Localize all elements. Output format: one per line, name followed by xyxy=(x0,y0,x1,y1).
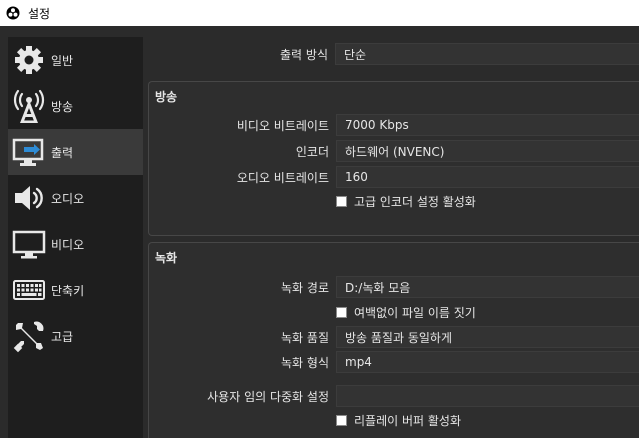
sidebar-item-label: 방송 xyxy=(51,99,74,114)
recording-format-select[interactable]: mp4 xyxy=(336,351,639,373)
sidebar-item-label: 단축키 xyxy=(51,283,85,298)
checkbox-box[interactable] xyxy=(336,195,347,207)
gear-icon xyxy=(11,42,47,78)
sidebar-item-label: 고급 xyxy=(51,329,74,344)
sidebar-item-label: 비디오 xyxy=(51,237,85,252)
streaming-group: 방송 비디오 비트레이트 7000 Kbps 인코더 하드웨어 (NVENC) … xyxy=(148,81,639,236)
settings-sidebar: 일반 방송 출력 오디오 비디오 단축키 고급 xyxy=(8,37,143,438)
recording-quality-row: 녹화 품질 방송 품질과 동일하게 xyxy=(149,326,639,348)
recording-group: 녹화 녹화 경로 D:/녹화 모음 여백없이 파일 이름 짓기 녹화 품질 방송… xyxy=(148,242,639,438)
audio-bitrate-select[interactable]: 160 xyxy=(336,166,639,188)
tools-icon xyxy=(11,318,47,354)
sidebar-item-advanced[interactable]: 고급 xyxy=(8,313,143,359)
obs-logo-icon xyxy=(6,6,20,20)
sidebar-item-stream[interactable]: 방송 xyxy=(8,83,143,129)
recording-group-title: 녹화 xyxy=(155,251,178,265)
sidebar-item-label: 일반 xyxy=(51,53,74,68)
sidebar-item-hotkeys[interactable]: 단축키 xyxy=(8,267,143,313)
no-space-filename-label: 여백없이 파일 이름 짓기 xyxy=(354,305,476,320)
recording-format-label: 녹화 형식 xyxy=(281,356,329,370)
output-mode-select[interactable]: 단순 xyxy=(335,43,639,65)
custom-muxer-input[interactable] xyxy=(336,385,639,407)
encoder-row: 인코더 하드웨어 (NVENC) xyxy=(149,140,639,162)
output-monitor-icon xyxy=(11,134,47,170)
advanced-encoder-checkbox[interactable]: 고급 인코더 설정 활성화 xyxy=(336,192,476,210)
window-title: 설정 xyxy=(28,6,51,21)
recording-path-label: 녹화 경로 xyxy=(281,281,329,295)
output-settings-panel: 출력 방식 단순 방송 비디오 비트레이트 7000 Kbps 인코더 하드웨어… xyxy=(148,26,639,438)
sidebar-item-general[interactable]: 일반 xyxy=(8,37,143,83)
output-mode-label: 출력 방식 xyxy=(280,48,328,62)
keyboard-icon xyxy=(11,272,47,308)
sidebar-item-label: 출력 xyxy=(51,145,74,160)
replay-buffer-label: 리플레이 버퍼 활성화 xyxy=(354,413,461,428)
settings-window: 일반 방송 출력 오디오 비디오 단축키 고급 출력 방식 단순 방송 비디오 … xyxy=(0,26,639,438)
speaker-icon xyxy=(11,180,47,216)
sidebar-item-label: 오디오 xyxy=(51,191,85,206)
no-space-filename-checkbox[interactable]: 여백없이 파일 이름 짓기 xyxy=(336,303,476,321)
encoder-select[interactable]: 하드웨어 (NVENC) xyxy=(336,140,639,162)
recording-path-row: 녹화 경로 D:/녹화 모음 xyxy=(149,276,639,298)
recording-format-row: 녹화 형식 mp4 xyxy=(149,351,639,373)
video-bitrate-row: 비디오 비트레이트 7000 Kbps xyxy=(149,114,639,136)
recording-quality-label: 녹화 품질 xyxy=(281,331,329,345)
custom-muxer-label: 사용자 임의 다중화 설정 xyxy=(207,390,329,404)
encoder-label: 인코더 xyxy=(295,145,329,159)
video-bitrate-label: 비디오 비트레이트 xyxy=(236,119,329,133)
title-bar: 설정 xyxy=(0,0,639,26)
checkbox-box[interactable] xyxy=(336,306,347,318)
output-mode-row: 출력 방식 단순 xyxy=(148,43,639,65)
recording-quality-select[interactable]: 방송 품질과 동일하게 xyxy=(336,326,639,348)
streaming-group-title: 방송 xyxy=(155,90,178,104)
advanced-encoder-label: 고급 인코더 설정 활성화 xyxy=(354,194,476,209)
sidebar-item-audio[interactable]: 오디오 xyxy=(8,175,143,221)
sidebar-item-output[interactable]: 출력 xyxy=(8,129,143,175)
checkbox-box[interactable] xyxy=(336,414,347,426)
replay-buffer-checkbox[interactable]: 리플레이 버퍼 활성화 xyxy=(336,411,461,429)
audio-bitrate-row: 오디오 비트레이트 160 xyxy=(149,166,639,188)
sidebar-item-video[interactable]: 비디오 xyxy=(8,221,143,267)
recording-path-input[interactable]: D:/녹화 모음 xyxy=(336,276,639,298)
broadcast-antenna-icon xyxy=(11,88,47,124)
monitor-icon xyxy=(11,226,47,262)
video-bitrate-spinbox[interactable]: 7000 Kbps xyxy=(336,114,639,136)
audio-bitrate-label: 오디오 비트레이트 xyxy=(236,171,329,185)
custom-muxer-row: 사용자 임의 다중화 설정 xyxy=(149,385,639,407)
